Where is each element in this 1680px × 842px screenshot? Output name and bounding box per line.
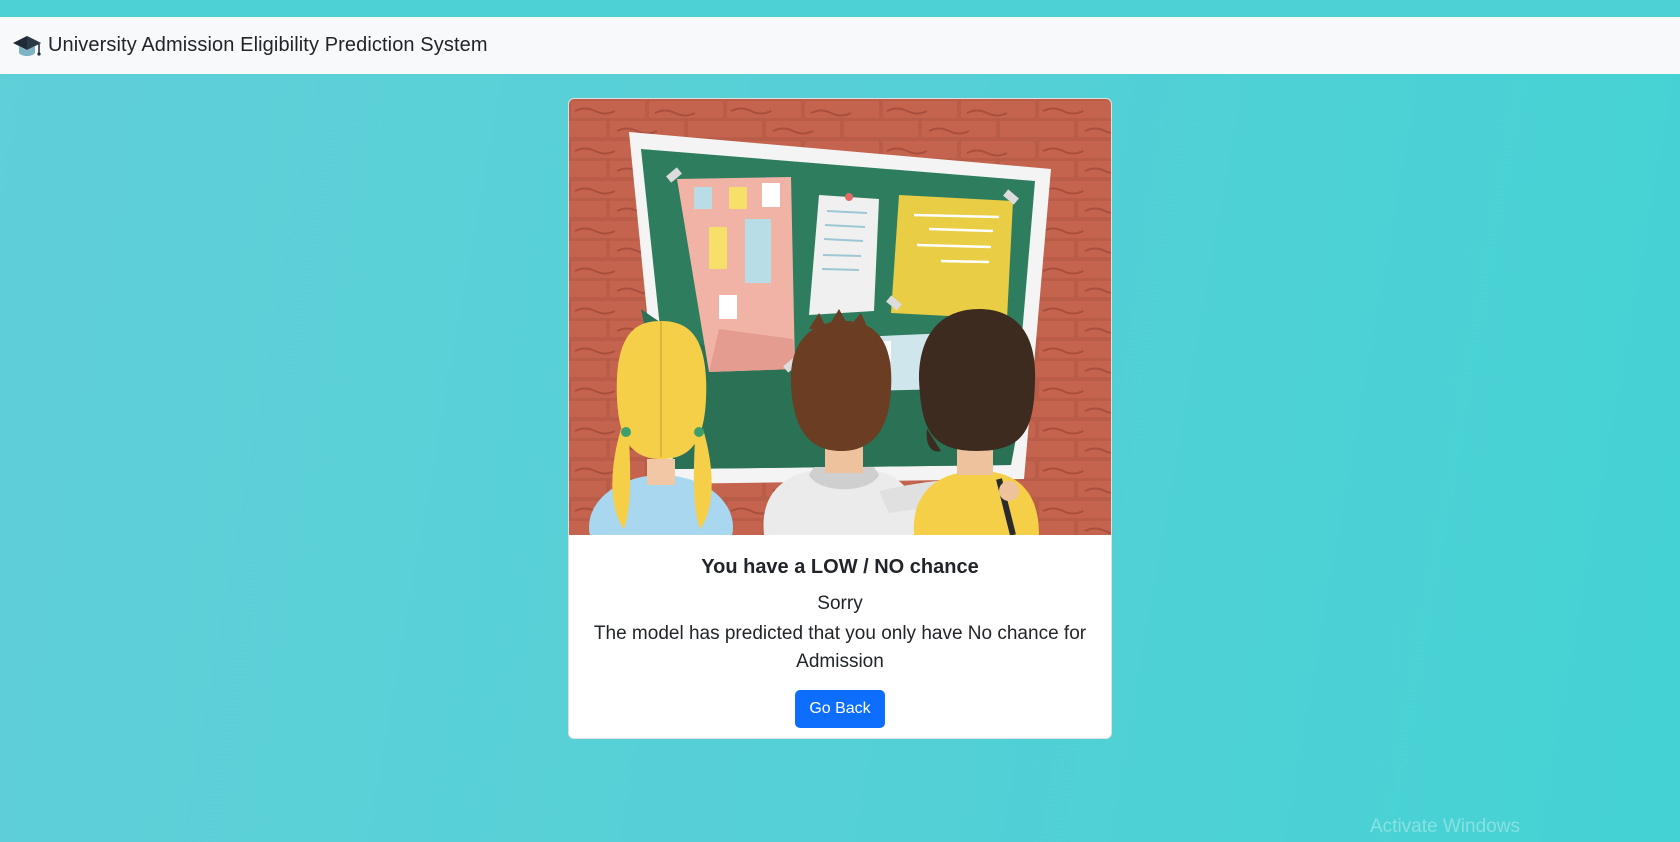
- brand-title: University Admission Eligibility Predict…: [48, 34, 488, 56]
- activate-windows-watermark: Activate Windows: [1370, 816, 1520, 837]
- result-message: The model has predicted that you only ha…: [593, 623, 1087, 672]
- go-back-button[interactable]: Go Back: [795, 690, 885, 728]
- result-title: You have a LOW / NO chance: [701, 556, 979, 578]
- result-card: You have a LOW / NO chance Sorry The mod…: [568, 98, 1112, 739]
- navbar: University Admission Eligibility Predict…: [0, 17, 1680, 74]
- students-notice-board-image: [569, 99, 1111, 535]
- result-subtitle: Sorry: [817, 593, 863, 614]
- navbar-brand[interactable]: University Admission Eligibility Predict…: [12, 33, 488, 59]
- result-card-body: You have a LOW / NO chance Sorry The mod…: [569, 553, 1111, 728]
- graduation-cap-icon: [13, 35, 41, 56]
- top-strip: [0, 0, 1680, 17]
